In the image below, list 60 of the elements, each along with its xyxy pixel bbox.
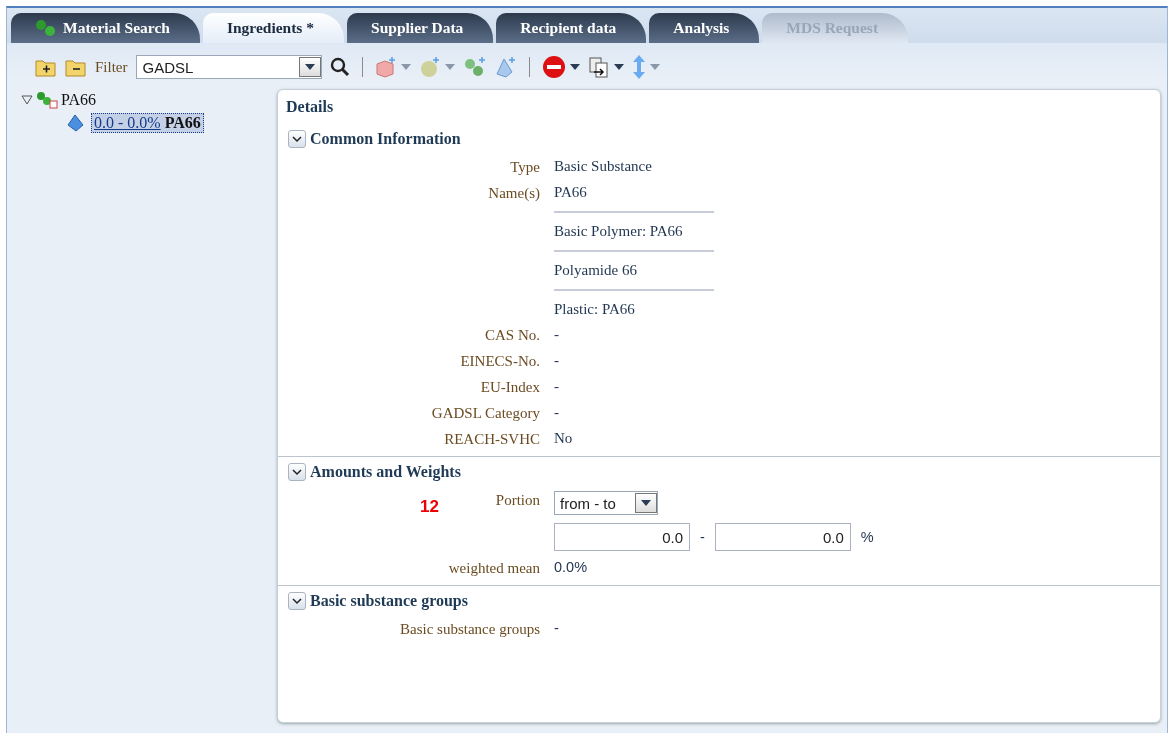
name-entry: Basic Polymer: PA66 bbox=[554, 223, 714, 252]
range-separator: - bbox=[700, 529, 705, 545]
field-label: weighted mean bbox=[448, 560, 540, 576]
expanded-triangle-icon[interactable] bbox=[21, 95, 33, 105]
tab[interactable]: Recipient data bbox=[496, 13, 647, 43]
molecule-icon bbox=[36, 91, 58, 109]
chevron-down-icon bbox=[292, 597, 302, 605]
search-icon[interactable] bbox=[329, 57, 350, 77]
field-label: CAS No. bbox=[485, 327, 540, 343]
name-entry: Polyamide 66 bbox=[554, 262, 714, 291]
field-value: Basic Substance bbox=[554, 158, 653, 176]
field-label: EU-Index bbox=[480, 379, 540, 395]
chevron-down-icon bbox=[292, 468, 302, 476]
from-input[interactable]: 0.0 bbox=[554, 523, 690, 551]
field-label: EINECS-No. bbox=[460, 353, 540, 369]
section-title: Basic substance groups bbox=[310, 592, 468, 610]
field-value: - bbox=[554, 378, 560, 396]
field-value: - bbox=[554, 620, 560, 638]
pyramid-icon bbox=[67, 114, 85, 132]
name-entry: Plastic: PA66 bbox=[554, 301, 636, 318]
tab[interactable]: Analysis bbox=[649, 13, 760, 43]
section-title: Common Information bbox=[310, 130, 461, 148]
field-label: Type bbox=[510, 159, 540, 175]
field-value: - bbox=[554, 352, 560, 370]
tree-node-label[interactable]: PA66 bbox=[61, 91, 96, 109]
annotation-number: 12 bbox=[420, 497, 439, 517]
caret-icon[interactable] bbox=[641, 500, 651, 506]
to-input[interactable]: 0.0 bbox=[714, 523, 851, 551]
caret-icon[interactable] bbox=[613, 64, 624, 70]
field-value: - bbox=[554, 326, 560, 344]
molecule-icon bbox=[35, 19, 57, 37]
collapse-toggle[interactable] bbox=[288, 592, 306, 610]
name-entry: PA66 bbox=[554, 184, 714, 213]
remove-icon[interactable] bbox=[541, 55, 566, 79]
copy-icon[interactable] bbox=[587, 56, 610, 78]
collapse-toggle[interactable] bbox=[288, 130, 306, 148]
field-label: GADSL Category bbox=[431, 405, 540, 421]
tab[interactable]: Supplier Data bbox=[347, 13, 494, 43]
field-value: No bbox=[554, 430, 574, 448]
tab[interactable]: Material Search bbox=[11, 13, 200, 43]
chevron-down-icon bbox=[292, 135, 302, 143]
section-title: Amounts and Weights bbox=[310, 463, 461, 481]
folder-plus-icon[interactable] bbox=[35, 57, 57, 77]
field-value: - bbox=[554, 404, 560, 422]
field-label: Portion bbox=[495, 492, 540, 508]
field-label: REACH-SVHC bbox=[444, 431, 540, 447]
collapse-toggle[interactable] bbox=[288, 463, 306, 481]
percent-unit: % bbox=[860, 529, 874, 545]
folder-minus-icon[interactable] bbox=[65, 57, 87, 77]
tree-item[interactable]: 0.0 - 0.0% PA66 bbox=[91, 113, 204, 133]
panel-title: Details bbox=[285, 98, 335, 117]
field-label: Basic substance groups bbox=[400, 621, 540, 637]
caret-icon[interactable] bbox=[569, 64, 580, 70]
portion-dropdown[interactable]: from - to bbox=[554, 491, 658, 515]
field-label: Name(s) bbox=[488, 185, 540, 201]
caret-icon[interactable] bbox=[304, 64, 315, 70]
field-value: 0.0% bbox=[554, 559, 589, 577]
filter-label: Filter bbox=[95, 58, 128, 76]
tab[interactable]: Ingredients * bbox=[202, 13, 345, 43]
filter-dropdown[interactable]: GADSL bbox=[135, 55, 322, 79]
